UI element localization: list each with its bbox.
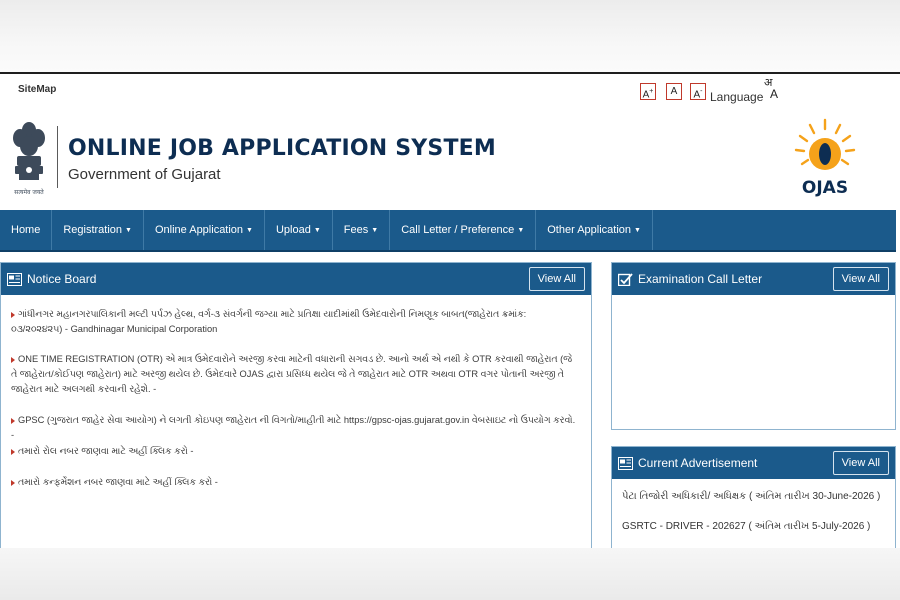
nav-other-application[interactable]: Other Application ▼ [536, 210, 653, 250]
current-advertisement-view-all-button[interactable]: View All [832, 451, 889, 475]
chevron-down-icon: ▼ [634, 226, 641, 234]
bullet-icon [11, 479, 15, 486]
advertisement-item[interactable]: GSRTC - DRIVER - 202627 ( અંતિમ તારીખ 5-… [622, 521, 870, 532]
blurred-bottom-edge [0, 548, 900, 600]
nav-home[interactable]: Home [0, 210, 53, 250]
page-subtitle: Government of Gujarat [68, 166, 221, 183]
chevron-down-icon: ▼ [313, 226, 321, 234]
bullet-icon [11, 417, 15, 424]
notice-item[interactable]: GPSC (ગુજરાત જાહેર સેવા આયોગ) ને લગતી કો… [11, 413, 576, 443]
nav-upload[interactable]: Upload ▼ [265, 210, 333, 250]
exam-call-letter-header: Examination Call Letter View All [612, 263, 895, 295]
advertisement-item[interactable]: પેટા તિજોરી અધિકારી/ અધિક્ષક ( અંતિમ તાર… [622, 491, 880, 502]
sitemap-link[interactable]: SiteMap [18, 84, 56, 95]
notice-item[interactable]: તમારો કન્ફર્મેશન નબર જાણવા માટે અહીં ક્લ… [11, 475, 576, 490]
page-title: ONLINE JOB APPLICATION SYSTEM [68, 136, 496, 161]
notice-board-view-all-button[interactable]: View All [528, 267, 585, 291]
notice-board-panel: Notice Board View All ગાંધીનગર મહાનગરપાલ… [0, 262, 592, 548]
emblem-motto: सत्यमेव जयते [14, 188, 44, 196]
nav-registration[interactable]: Registration ▼ [52, 210, 144, 250]
exam-call-letter-view-all-button[interactable]: View All [832, 267, 889, 291]
header-divider [57, 126, 58, 188]
notice-board-title: Notice Board [27, 272, 97, 286]
current-advertisement-header: Current Advertisement View All [612, 447, 895, 479]
blurred-top-edge [0, 0, 900, 72]
utility-bar: SiteMap A+ A A- Language अA [0, 74, 900, 108]
nav-online-application[interactable]: Online Application ▼ [144, 210, 265, 250]
logo-text: OJAS [802, 178, 848, 198]
notice-board-header: Notice Board View All [1, 263, 591, 295]
exam-call-letter-title: Examination Call Letter [638, 272, 763, 286]
notice-item[interactable]: ONE TIME REGISTRATION (OTR) એ માત્ર ઉમેદ… [11, 352, 576, 397]
bullet-icon [11, 311, 15, 318]
ashoka-emblem-icon: सत्यमेव जयते [13, 122, 45, 196]
chevron-down-icon: ▼ [517, 226, 525, 234]
current-advertisement-panel: Current Advertisement View All પેટા તિજો… [611, 446, 896, 548]
newspaper-icon [618, 456, 633, 470]
language-label[interactable]: Language [710, 90, 763, 104]
nav-fees[interactable]: Fees ▼ [333, 210, 391, 250]
notice-item[interactable]: ગાંધીનગર મહાનગરપાલિકાની મલ્ટી પર્પઝ હેલ્… [11, 307, 576, 337]
current-advertisement-title: Current Advertisement [638, 456, 758, 470]
font-increase-button[interactable]: A+ [640, 83, 656, 100]
chevron-down-icon: ▼ [371, 226, 379, 234]
language-icon[interactable]: अA [764, 78, 778, 101]
browser-page: SiteMap A+ A A- Language अA सत्यमेव जयते… [0, 72, 900, 548]
chevron-down-icon: ▼ [125, 226, 132, 234]
checkbox-icon [618, 272, 633, 286]
ojas-logo[interactable]: OJAS [792, 118, 858, 198]
font-decrease-button[interactable]: A- [690, 83, 706, 100]
notice-item[interactable]: તમારો રોલ નબર જાણવા માટે અહીં ક્લિક કરો … [11, 444, 576, 459]
main-navbar: Home Registration ▼ Online Application ▼ U… [0, 210, 896, 252]
nav-call-letter-preference[interactable]: Call Letter / Preference ▼ [390, 210, 537, 250]
chevron-down-icon: ▼ [246, 226, 253, 234]
newspaper-icon [7, 272, 22, 286]
exam-call-letter-panel: Examination Call Letter View All [611, 262, 896, 430]
bullet-icon [11, 356, 15, 363]
bullet-icon [11, 448, 15, 455]
font-normal-button[interactable]: A [666, 83, 682, 100]
site-header: सत्यमेव जयते ONLINE JOB APPLICATION SYST… [0, 108, 900, 210]
